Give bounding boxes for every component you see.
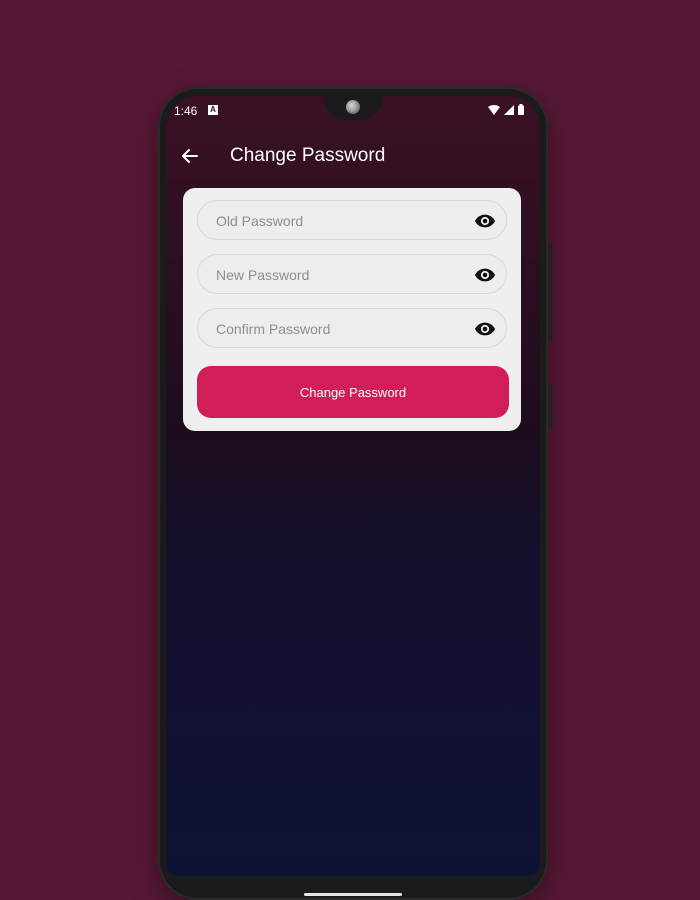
- status-icons: [488, 104, 524, 115]
- back-button[interactable]: [178, 144, 202, 168]
- new-password-field: [197, 254, 507, 295]
- home-indicator[interactable]: [304, 893, 402, 896]
- phone-frame: 1:46 A Change Password Change Password: [158, 87, 552, 900]
- show-old-password-toggle[interactable]: [474, 210, 496, 232]
- show-new-password-toggle[interactable]: [474, 264, 496, 286]
- notification-icon: A: [208, 105, 218, 115]
- confirm-password-field: [197, 308, 507, 349]
- change-password-card: Change Password: [183, 188, 521, 431]
- old-password-input[interactable]: [214, 201, 468, 241]
- camera-icon: [346, 100, 360, 114]
- wifi-icon: [488, 104, 500, 115]
- page-title: Change Password: [230, 145, 386, 166]
- confirm-password-input[interactable]: [214, 309, 468, 349]
- signal-icon: [504, 104, 514, 115]
- eye-icon: [474, 268, 496, 282]
- volume-button: [548, 242, 552, 342]
- status-time: 1:46: [174, 104, 198, 118]
- power-button: [548, 383, 552, 429]
- battery-icon: [518, 104, 524, 115]
- arrow-left-icon: [182, 149, 198, 163]
- app-bar: Change Password: [166, 136, 540, 176]
- eye-icon: [474, 322, 496, 336]
- eye-icon: [474, 214, 496, 228]
- old-password-field: [197, 200, 507, 241]
- new-password-input[interactable]: [214, 255, 468, 295]
- show-confirm-password-toggle[interactable]: [474, 318, 496, 340]
- app-screen: 1:46 A Change Password Change Password: [166, 96, 540, 876]
- change-password-button[interactable]: Change Password: [197, 366, 509, 418]
